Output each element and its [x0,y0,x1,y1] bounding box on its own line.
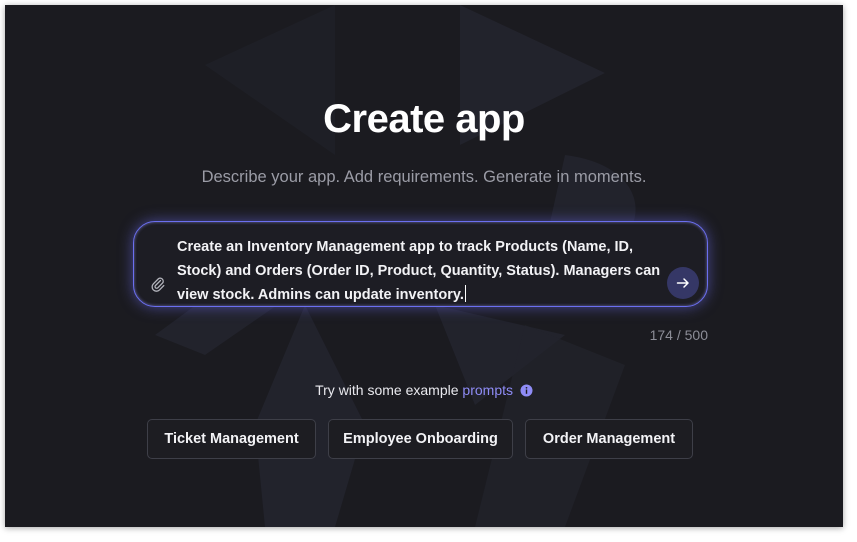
prompts-link[interactable]: prompts [462,382,513,398]
create-app-page: Create app Describe your app. Add requir… [5,5,843,527]
text-caret [464,285,466,302]
prompt-input[interactable]: Create an Inventory Management app to tr… [133,221,708,307]
send-button[interactable] [667,267,699,299]
example-intro-text: Try with some example [315,382,459,398]
page-title: Create app [323,97,525,141]
info-icon[interactable] [520,384,533,400]
example-order-management-button[interactable]: Order Management [525,419,693,459]
prompt-text[interactable]: Create an Inventory Management app to tr… [177,239,660,303]
arrow-right-icon [676,278,689,288]
example-employee-onboarding-button[interactable]: Employee Onboarding [328,419,513,459]
prompt-text-wrapper[interactable]: Create an Inventory Management app to tr… [177,235,667,307]
character-count: 174 / 500 [649,327,708,343]
example-prompts-intro: Try with some example prompts [5,382,843,400]
example-ticket-management-button[interactable]: Ticket Management [147,419,316,459]
paperclip-icon[interactable] [150,276,166,292]
page-subtitle: Describe your app. Add requirements. Gen… [201,168,647,186]
